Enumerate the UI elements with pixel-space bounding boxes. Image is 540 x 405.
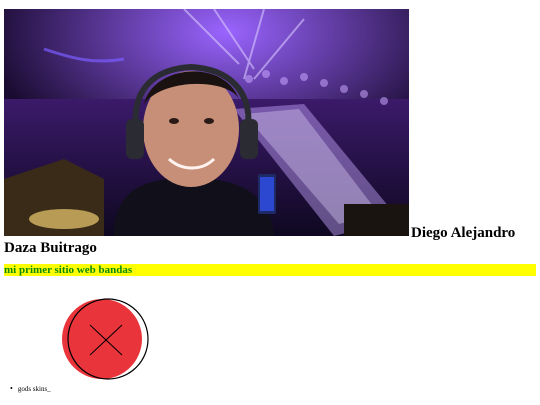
name-second-line: Daza Buitrago	[4, 240, 97, 256]
bullet-list: gods skins_	[10, 384, 51, 394]
name-first-line: Diego Alejandro	[411, 225, 516, 241]
dj-selfie-photo	[4, 9, 409, 236]
site-banner: mi primer sitio web bandas	[4, 264, 536, 276]
red-circle-x-icon	[60, 297, 150, 383]
hero-photo	[4, 9, 409, 236]
list-item: gods skins_	[10, 384, 51, 394]
